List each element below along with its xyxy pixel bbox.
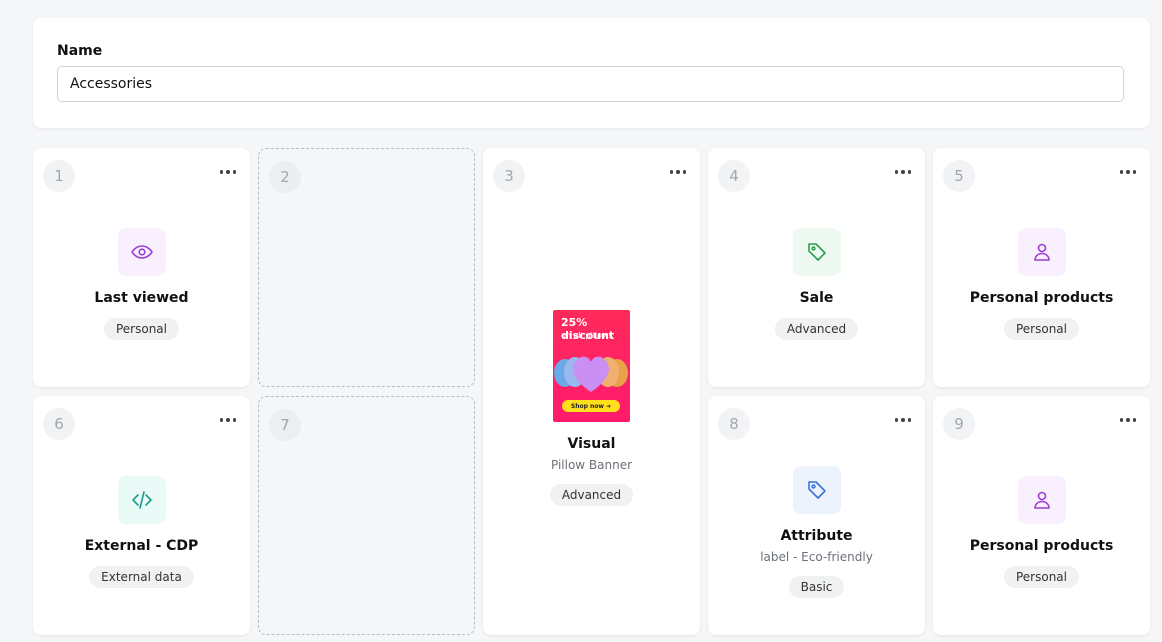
- slot-badge: Advanced: [549, 484, 634, 506]
- name-label: Name: [57, 43, 103, 59]
- pillow-illustration: [554, 356, 628, 392]
- more-options-button[interactable]: [219, 166, 236, 178]
- slot-content: Personal products Personal: [933, 476, 1150, 588]
- slot-number: 5: [943, 160, 975, 192]
- slot-title: Attribute: [780, 528, 853, 544]
- tag-icon: [792, 466, 841, 514]
- slot-content: External - CDP External data: [33, 476, 250, 588]
- slot-8-card[interactable]: 8 Attribute label - Eco-friendly Basic: [708, 396, 925, 635]
- slot-1-card[interactable]: 1 Last viewed Personal: [33, 148, 250, 387]
- slot-4-card[interactable]: 4 Sale Advanced: [708, 148, 925, 387]
- more-options-button[interactable]: [669, 166, 686, 178]
- slot-subtitle: label - Eco-friendly: [760, 550, 873, 564]
- slot-number: 8: [718, 408, 750, 440]
- slot-title: External - CDP: [84, 538, 199, 554]
- slot-content: Sale Advanced: [708, 228, 925, 340]
- name-input[interactable]: [57, 66, 1124, 102]
- more-options-button[interactable]: [1119, 166, 1136, 178]
- tag-icon: [792, 228, 841, 276]
- slot-7-empty[interactable]: 7: [258, 396, 475, 635]
- name-card: Name: [33, 18, 1150, 128]
- more-options-button[interactable]: [1119, 414, 1136, 426]
- slot-6-card[interactable]: 6 External - CDP External data: [33, 396, 250, 635]
- slot-content: Personal products Personal: [933, 228, 1150, 340]
- slot-badge: Advanced: [774, 318, 859, 340]
- slot-content: Attribute label - Eco-friendly Basic: [708, 466, 925, 598]
- slot-badge: Personal: [1003, 318, 1079, 340]
- banner-subline: on all pillows: [561, 331, 613, 340]
- slot-badge: Personal: [103, 318, 179, 340]
- more-options-button[interactable]: [219, 414, 236, 426]
- slot-subtitle: Pillow Banner: [550, 458, 633, 472]
- slot-badge: Basic: [788, 576, 845, 598]
- slot-number: 3: [493, 160, 525, 192]
- slot-number: 1: [43, 160, 75, 192]
- user-icon: [1017, 228, 1066, 276]
- slot-number: 6: [43, 408, 75, 440]
- slot-3-card[interactable]: 3 25% discount on all pillows Shop now ➜…: [483, 148, 700, 635]
- slot-title: Personal products: [969, 538, 1114, 554]
- slot-5-card[interactable]: 5 Personal products Personal: [933, 148, 1150, 387]
- slot-title: Visual: [567, 436, 616, 452]
- slot-number: 7: [269, 409, 301, 441]
- more-options-button[interactable]: [894, 166, 911, 178]
- slot-number: 4: [718, 160, 750, 192]
- slot-title: Sale: [799, 290, 834, 306]
- pillow-banner-image: 25% discount on all pillows Shop now ➜: [553, 310, 630, 422]
- slot-2-empty[interactable]: 2: [258, 148, 475, 387]
- more-options-button[interactable]: [894, 414, 911, 426]
- user-icon: [1017, 476, 1066, 524]
- slot-badge: External data: [89, 566, 194, 588]
- slot-title: Last viewed: [94, 290, 189, 306]
- slot-title: Personal products: [969, 290, 1114, 306]
- code-icon: [117, 476, 166, 524]
- slot-content: 25% discount on all pillows Shop now ➜ V…: [483, 310, 700, 506]
- slot-9-card[interactable]: 9 Personal products Personal: [933, 396, 1150, 635]
- eye-icon: [117, 228, 166, 276]
- slot-badge: Personal: [1003, 566, 1079, 588]
- slot-number: 2: [269, 161, 301, 193]
- slot-number: 9: [943, 408, 975, 440]
- slot-content: Last viewed Personal: [33, 228, 250, 340]
- banner-shop-now: Shop now ➜: [562, 400, 620, 412]
